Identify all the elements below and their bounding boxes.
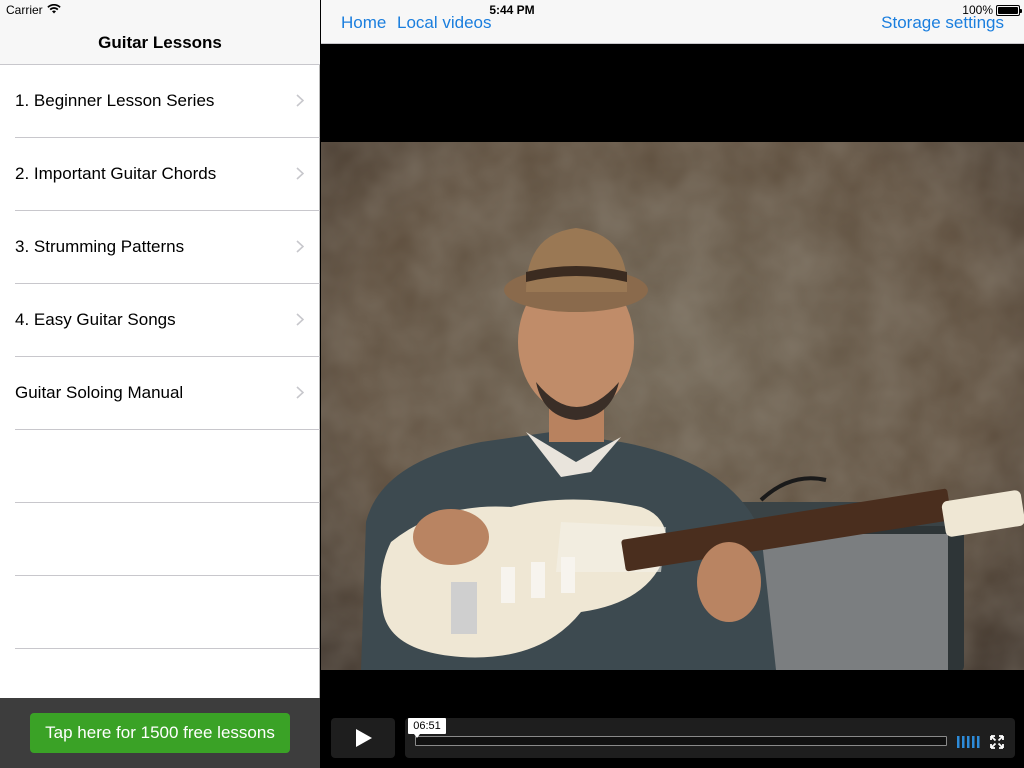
play-icon bbox=[356, 729, 372, 747]
empty-row bbox=[0, 430, 320, 503]
lesson-item-label: 4. Easy Guitar Songs bbox=[15, 310, 176, 329]
video-still bbox=[321, 142, 1024, 670]
status-time: 5:44 PM bbox=[489, 3, 535, 17]
lesson-item-beginner[interactable]: 1. Beginner Lesson Series bbox=[0, 65, 320, 138]
lesson-item-soloing[interactable]: Guitar Soloing Manual bbox=[0, 357, 320, 430]
chevron-right-icon bbox=[296, 94, 304, 107]
promo-footer: Tap here for 1500 free lessons bbox=[0, 698, 320, 768]
empty-row bbox=[0, 503, 320, 576]
chevron-right-icon bbox=[296, 167, 304, 180]
status-bar: Carrier 5:44 PM 100% bbox=[0, 0, 1024, 20]
chevron-right-icon bbox=[296, 386, 304, 399]
lesson-item-label: 2. Important Guitar Chords bbox=[15, 164, 217, 183]
chevron-right-icon bbox=[296, 313, 304, 326]
chevron-right-icon bbox=[296, 240, 304, 253]
fullscreen-icon[interactable] bbox=[990, 735, 1004, 749]
video-detail-pane: Home Local videos Storage settings 06:51 bbox=[321, 0, 1024, 768]
empty-row bbox=[0, 576, 320, 649]
battery-icon bbox=[996, 4, 1022, 16]
status-battery: 100% bbox=[962, 3, 1022, 17]
lesson-item-label: 3. Strumming Patterns bbox=[15, 237, 185, 256]
lesson-item-chords[interactable]: 2. Important Guitar Chords bbox=[0, 138, 320, 211]
battery-percent: 100% bbox=[962, 3, 993, 17]
scrub-bar[interactable]: 06:51 bbox=[408, 718, 947, 746]
sidebar-title: Guitar Lessons bbox=[98, 33, 222, 52]
lesson-item-label: Guitar Soloing Manual bbox=[15, 383, 184, 402]
time-tooltip: 06:51 bbox=[408, 718, 446, 738]
lesson-sidebar: Guitar Lessons 1. Beginner Lesson Series… bbox=[0, 0, 320, 768]
lesson-item-strumming[interactable]: 3. Strumming Patterns bbox=[0, 211, 320, 284]
playback-controls: 06:51 bbox=[405, 718, 1015, 758]
video-frame[interactable] bbox=[321, 142, 1024, 670]
free-lessons-button[interactable]: Tap here for 1500 free lessons bbox=[30, 713, 290, 753]
lesson-item-label: 1. Beginner Lesson Series bbox=[15, 91, 215, 110]
volume-icon[interactable] bbox=[957, 736, 981, 748]
lesson-item-songs[interactable]: 4. Easy Guitar Songs bbox=[0, 284, 320, 357]
play-button[interactable] bbox=[331, 718, 395, 758]
lesson-list: 1. Beginner Lesson Series 2. Important G… bbox=[0, 65, 320, 649]
